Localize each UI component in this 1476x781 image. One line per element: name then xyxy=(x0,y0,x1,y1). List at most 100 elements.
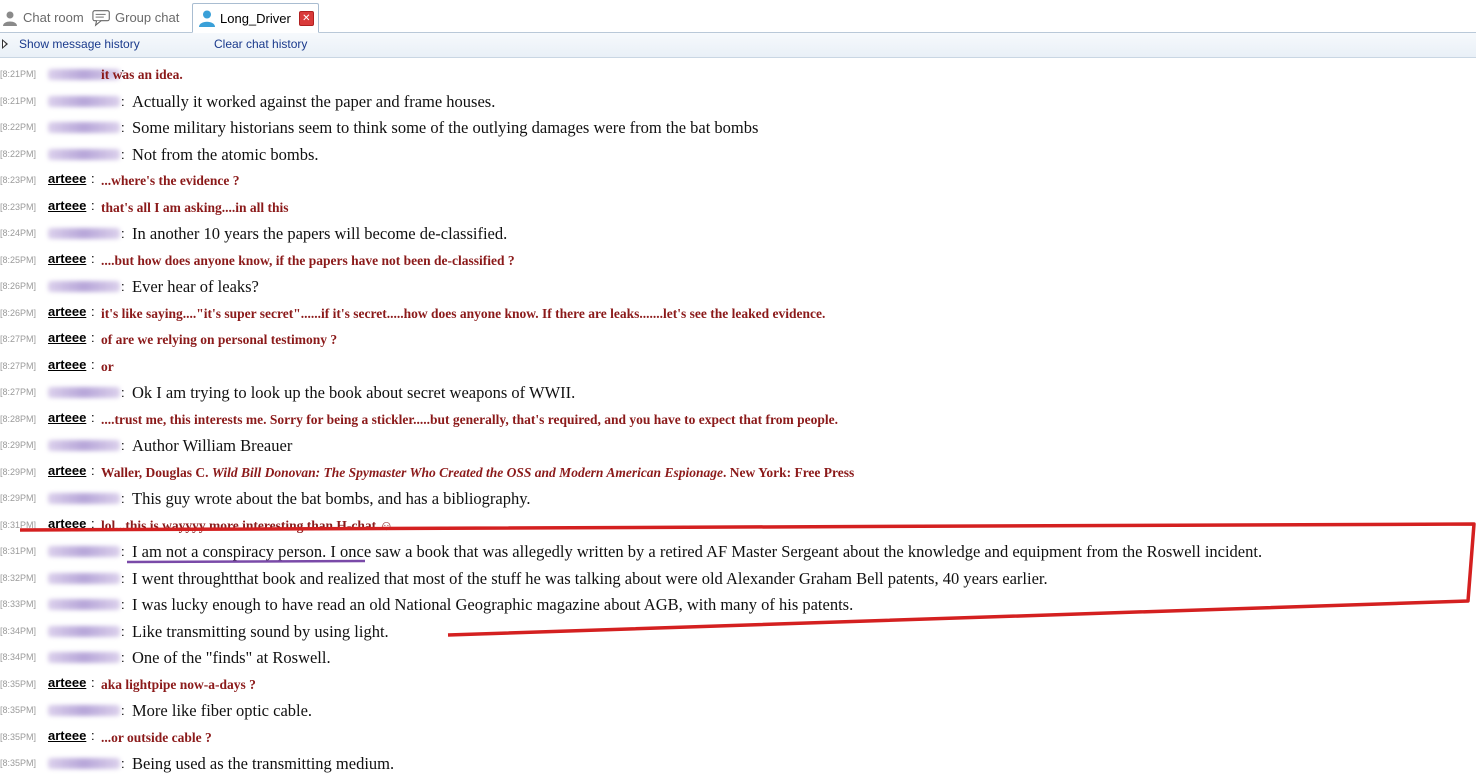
username-colon: : xyxy=(121,146,125,162)
username-colon: : xyxy=(91,330,95,345)
tab-long-driver-label: Long_Driver xyxy=(220,10,291,26)
username-colon: : xyxy=(121,756,125,771)
message-text: of are we relying on personal testimony … xyxy=(101,332,338,347)
redacted-username xyxy=(48,440,120,451)
message-timestamp: [8:26PM] xyxy=(0,307,37,318)
message-username[interactable]: arteee xyxy=(48,357,86,372)
username-colon: : xyxy=(121,491,125,506)
message-username[interactable]: arteee xyxy=(48,675,86,690)
chat-message: [8:31PM] arteee: lol...this is wayyyy more… xyxy=(0,515,1476,541)
redacted-username xyxy=(48,95,120,107)
speech-bubble-icon xyxy=(92,8,112,28)
username-colon: : xyxy=(91,250,95,266)
message-timestamp: [8:31PM] xyxy=(0,546,37,556)
chat-message: [8:28PM] arteee: ....trust me, this intere… xyxy=(0,410,1476,435)
tab-chat-room-label: Chat room xyxy=(23,10,84,25)
message-text: I was lucky enough to have read an old N… xyxy=(132,595,854,614)
tab-chat-room[interactable]: Chat room xyxy=(0,3,84,32)
chat-message: [8:27PM] arteee: or xyxy=(0,356,1476,382)
message-text: that's all I am asking....in all this xyxy=(101,199,289,215)
redacted-username xyxy=(48,122,120,133)
message-text: it was an idea. xyxy=(101,67,183,82)
tab-long-driver[interactable]: Long_Driver ✕ xyxy=(192,3,319,33)
clear-chat-history-link[interactable]: Clear chat history xyxy=(214,37,307,51)
message-text: Some military historians seem to think s… xyxy=(132,118,759,137)
message-timestamp: [8:35PM] xyxy=(0,705,37,715)
username-colon: : xyxy=(91,727,95,743)
close-icon[interactable]: ✕ xyxy=(298,10,314,26)
message-text: One of the "finds" at Roswell. xyxy=(132,648,331,667)
message-username[interactable]: arteee xyxy=(48,410,86,425)
redacted-username xyxy=(48,652,120,663)
message-text-part: Waller, Douglas C. xyxy=(101,464,212,480)
message-username[interactable]: arteee xyxy=(48,516,86,531)
message-timestamp: [8:35PM] xyxy=(0,678,37,689)
chat-message: [8:21PM]: it was an idea. xyxy=(0,65,1476,90)
redacted-username xyxy=(48,758,120,769)
message-username[interactable]: arteee xyxy=(48,171,86,186)
username-colon: : xyxy=(91,197,95,213)
expand-triangle-icon[interactable] xyxy=(2,39,8,49)
user-icon xyxy=(197,8,217,28)
message-text: I am not a conspiracy person. I once saw… xyxy=(132,542,1263,561)
message-text: ....but how does anyone know, if the pap… xyxy=(101,252,515,268)
message-username[interactable]: arteee xyxy=(48,304,86,319)
chat-message: [8:35PM]: Being used as the transmitting … xyxy=(0,754,1476,779)
message-text: lol...this is wayyyy more interesting th… xyxy=(101,517,394,533)
chat-message: [8:33PM]: I was lucky enough to have read… xyxy=(0,595,1476,620)
message-username[interactable]: arteee xyxy=(48,728,86,743)
username-colon: : xyxy=(121,438,125,453)
username-colon: : xyxy=(121,385,125,400)
username-colon: : xyxy=(91,674,95,690)
message-text: ...where's the evidence ? xyxy=(101,173,240,188)
chat-message: [8:23PM] arteee: that's all I am asking...… xyxy=(0,197,1476,223)
message-text-part: . New York: Free Press xyxy=(722,464,855,480)
username-colon: : xyxy=(91,303,95,319)
message-timestamp: [8:21PM] xyxy=(0,69,37,79)
chat-message: [8:22PM]: Some military historians seem t… xyxy=(0,118,1476,143)
chat-toolbar: Show message history Clear chat history xyxy=(0,33,1476,58)
message-timestamp: [8:23PM] xyxy=(0,201,37,212)
chat-message: [8:27PM] arteee: of are we relying on pers… xyxy=(0,330,1476,355)
redacted-username xyxy=(48,572,120,584)
redacted-username xyxy=(48,148,120,160)
chat-message: [8:24PM]: In another 10 years the papers … xyxy=(0,224,1476,249)
message-timestamp: [8:35PM] xyxy=(0,731,37,742)
message-text: Ever hear of leaks? xyxy=(132,277,259,296)
username-colon: : xyxy=(121,279,125,294)
message-timestamp: [8:33PM] xyxy=(0,599,37,609)
tab-group-chat[interactable]: Group chat xyxy=(92,3,179,32)
username-colon: : xyxy=(91,515,95,531)
username-colon: : xyxy=(121,703,125,718)
chat-message: [8:29PM]: Author William Breauer xyxy=(0,436,1476,461)
show-message-history-link[interactable]: Show message history xyxy=(19,37,140,51)
message-text: Author William Breauer xyxy=(132,436,293,455)
message-list: [8:21PM]: it was an idea. [8:21PM]: Actuall… xyxy=(0,58,1476,781)
book-title: Wild Bill Donovan: The Spymaster Who Cre… xyxy=(211,464,723,480)
message-text: This guy wrote about the bat bombs, and … xyxy=(132,489,531,508)
message-text: Not from the atomic bombs. xyxy=(132,144,319,164)
message-username[interactable]: arteee xyxy=(48,198,86,213)
message-text: or xyxy=(101,358,114,374)
message-username[interactable]: arteee xyxy=(48,251,86,266)
username-colon: : xyxy=(91,356,95,372)
message-timestamp: [8:29PM] xyxy=(0,493,37,503)
message-timestamp: [8:22PM] xyxy=(0,148,37,159)
message-text: Waller, Douglas C. Wild Bill Donovan: Th… xyxy=(101,465,854,481)
chat-message: [8:27PM]: Ok I am trying to look up the b… xyxy=(0,383,1476,408)
username-colon: : xyxy=(121,120,125,135)
chat-message: [8:29PM] arteee: Waller, Douglas C. Wild B… xyxy=(0,462,1476,488)
chat-message: [8:32PM]: I went throughtthat book and re… xyxy=(0,569,1476,594)
chat-message: [8:35PM] arteee: aka lightpipe now-a-days … xyxy=(0,674,1476,700)
redacted-username xyxy=(48,387,120,398)
username-colon: : xyxy=(91,462,95,478)
message-timestamp: [8:24PM] xyxy=(0,228,37,238)
message-text: Ok I am trying to look up the book about… xyxy=(132,383,576,402)
message-timestamp: [8:31PM] xyxy=(0,519,37,530)
redacted-username xyxy=(48,705,120,716)
message-timestamp: [8:27PM] xyxy=(0,387,37,397)
chat-message: [8:34PM]: Like transmitting sound by usin… xyxy=(0,622,1476,647)
message-username[interactable]: arteee xyxy=(48,330,86,345)
message-username[interactable]: arteee xyxy=(48,463,86,478)
message-text: Actually it worked against the paper and… xyxy=(132,91,496,111)
